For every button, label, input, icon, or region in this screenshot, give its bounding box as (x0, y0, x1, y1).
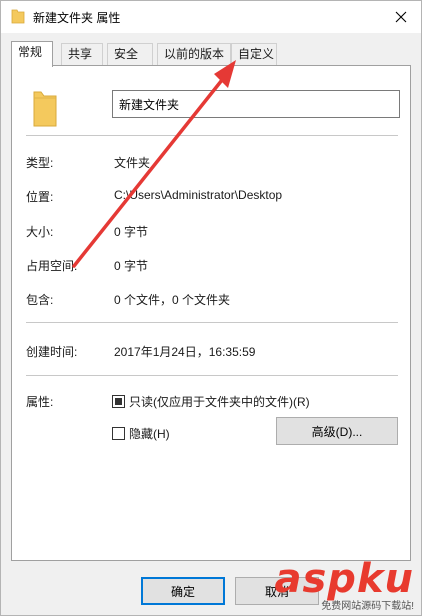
folder-icon (11, 9, 25, 24)
size-label: 大小: (26, 225, 54, 239)
tab-sharing[interactable]: 共享 (61, 43, 103, 65)
size-value: 0 字节 (114, 225, 149, 239)
type-label: 类型: (26, 156, 54, 170)
watermark-logo: aspku 免费网站源码下载站! (274, 559, 414, 612)
general-panel: 类型: 文件夹 位置: C:\Users\Administrator\Deskt… (11, 65, 411, 561)
properties-dialog: 新建文件夹 属性 常规 共享 安全 以前的版本 自定义 类型: 文件夹 位置: … (0, 0, 422, 616)
advanced-button[interactable]: 高级(D)... (276, 417, 398, 445)
ok-button[interactable]: 确定 (141, 577, 225, 605)
folder-large-icon (33, 91, 57, 127)
created-value: 2017年1月24日，16:35:59 (114, 345, 256, 359)
tab-general[interactable]: 常规 (11, 41, 53, 67)
readonly-checkbox[interactable] (112, 395, 125, 408)
tab-security[interactable]: 安全 (107, 43, 153, 65)
contains-value: 0 个文件，0 个文件夹 (114, 293, 231, 307)
location-label: 位置: (26, 190, 54, 204)
tab-previous-versions[interactable]: 以前的版本 (157, 43, 231, 65)
watermark-text: aspku (274, 556, 414, 602)
attributes-label: 属性: (26, 395, 54, 409)
hidden-option[interactable]: 隐藏(H) (112, 425, 170, 442)
disk-size-label: 占用空间: (26, 259, 78, 273)
close-button[interactable] (381, 1, 421, 33)
disk-size-value: 0 字节 (114, 259, 149, 273)
created-label: 创建时间: (26, 345, 78, 359)
type-value: 文件夹 (114, 156, 151, 170)
tab-customize[interactable]: 自定义 (231, 43, 277, 65)
contains-label: 包含: (26, 293, 54, 307)
hidden-checkbox[interactable] (112, 427, 125, 440)
readonly-option[interactable]: 只读(仅应用于文件夹中的文件)(R) (112, 393, 310, 410)
location-value: C:\Users\Administrator\Desktop (114, 188, 283, 202)
readonly-label: 只读(仅应用于文件夹中的文件)(R) (129, 395, 310, 409)
close-icon (395, 11, 407, 23)
separator (26, 375, 398, 376)
title-bar: 新建文件夹 属性 (1, 1, 421, 33)
folder-name-input[interactable] (112, 90, 400, 118)
window-title: 新建文件夹 属性 (33, 11, 121, 25)
separator (26, 135, 398, 136)
hidden-label: 隐藏(H) (129, 427, 170, 441)
separator (26, 322, 398, 323)
